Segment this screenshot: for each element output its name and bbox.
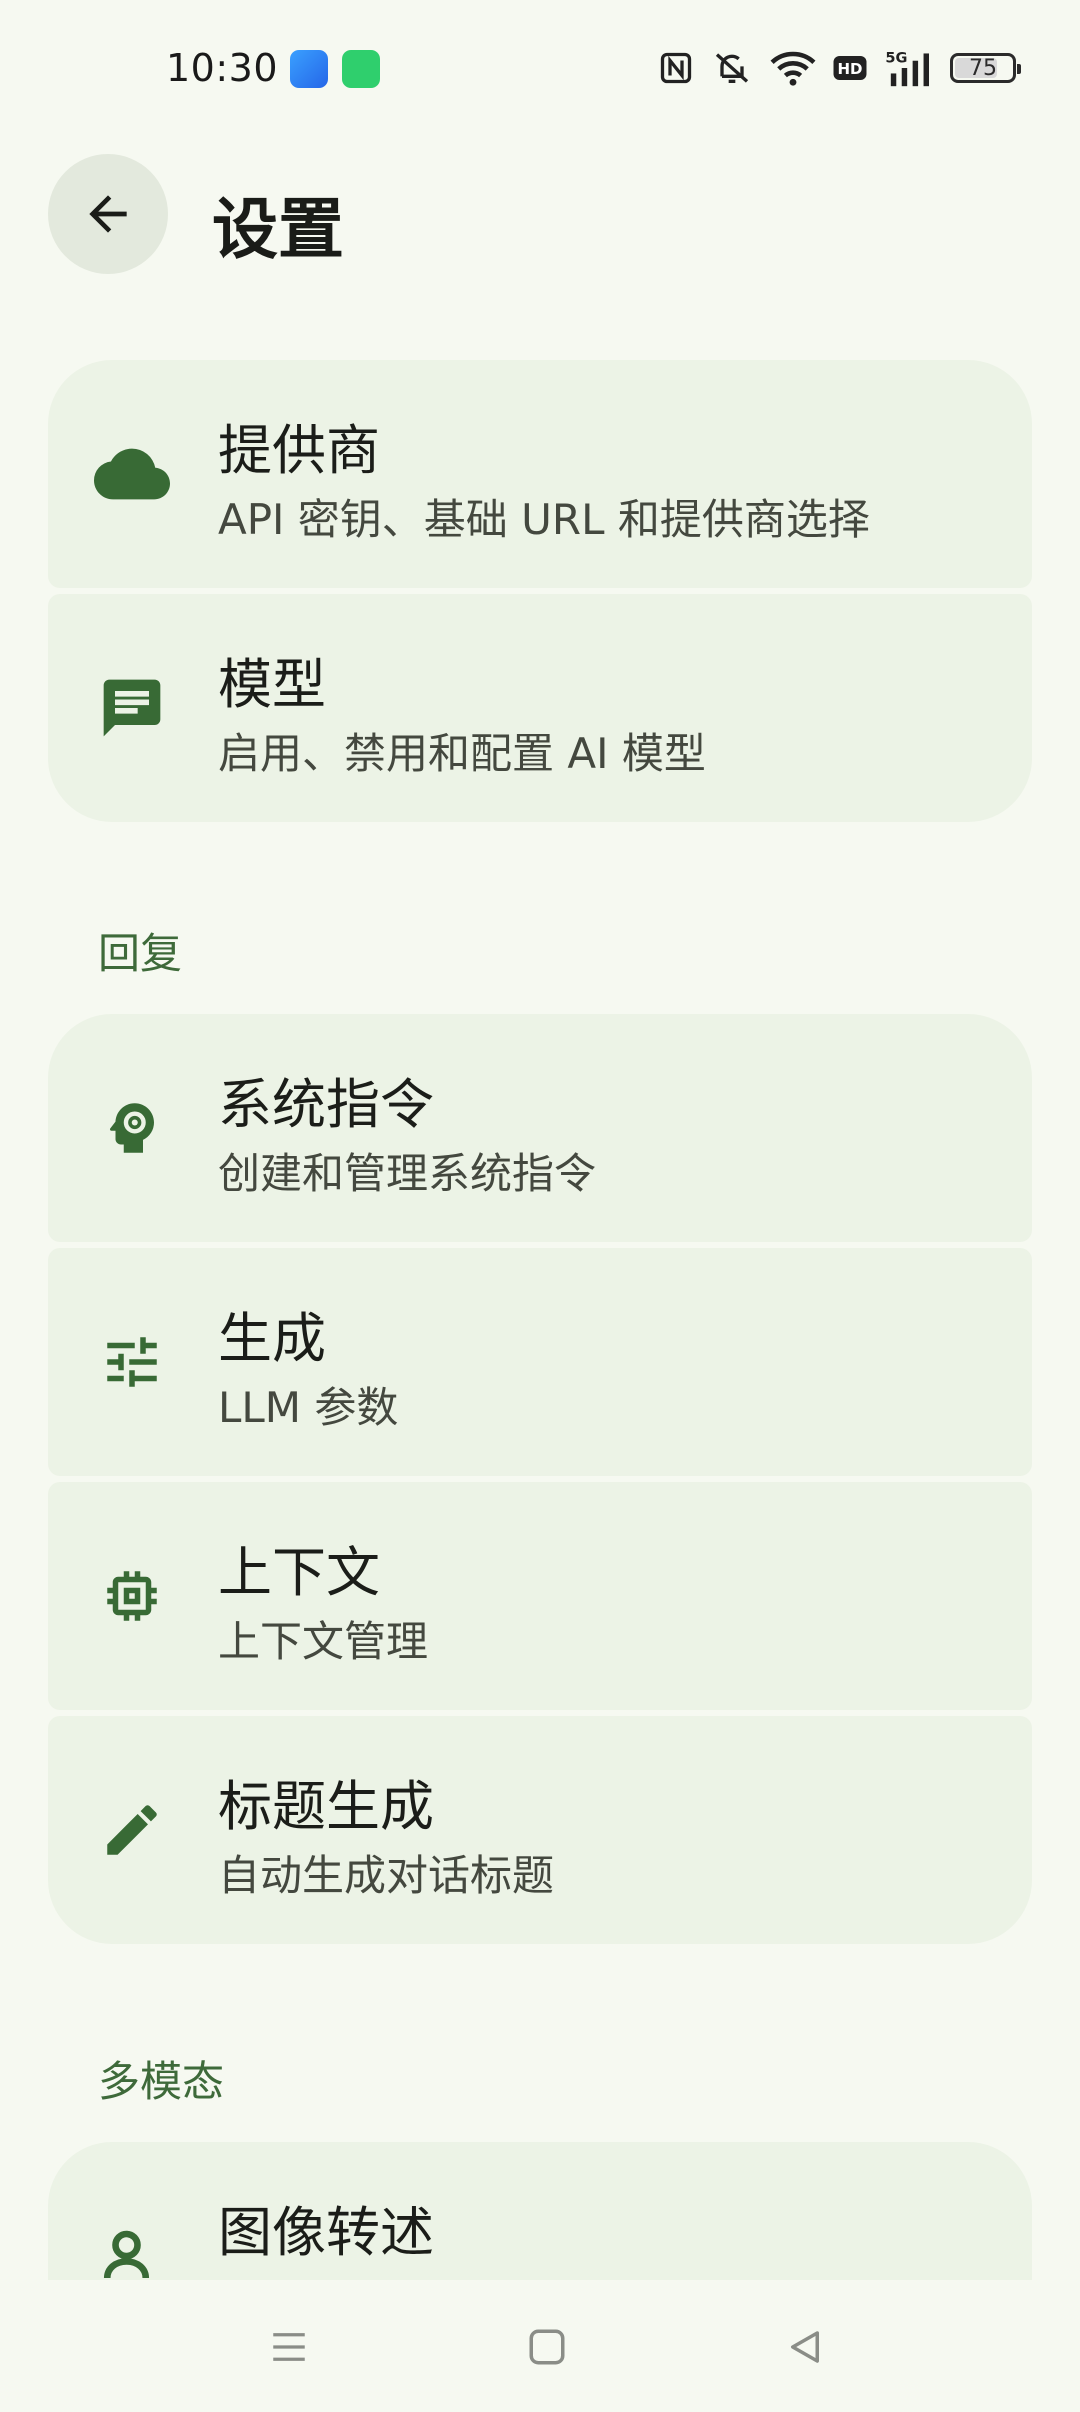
cellular-5g-icon: 5G: [885, 51, 929, 87]
status-icons: HD 5G 75: [658, 46, 1021, 90]
item-title: 标题生成: [218, 1775, 434, 1838]
mute-bell-icon: [715, 53, 749, 83]
item-subtitle: API 密钥、基础 URL 和提供商选择: [218, 495, 870, 544]
item-subtitle: 自动生成对话标题: [218, 1851, 555, 1900]
system-navigation-bar: [0, 2280, 1080, 2412]
back-button[interactable]: [48, 154, 168, 274]
settings-item-models[interactable]: 模型 启用、禁用和配置 AI 模型: [48, 594, 1032, 822]
status-bar: 10:30 HD 5G 75: [0, 0, 1080, 140]
svg-text:HD: HD: [837, 60, 862, 78]
item-title: 生成: [218, 1307, 326, 1370]
tune-icon: [92, 1322, 172, 1402]
pencil-icon: [92, 1790, 172, 1870]
chip-icon: [92, 1556, 172, 1636]
status-time: 10:30: [166, 46, 279, 90]
battery-indicator: 75: [950, 53, 1021, 83]
hd-icon: HD: [833, 56, 867, 80]
settings-item-context[interactable]: 上下文 上下文管理: [48, 1482, 1032, 1710]
back-nav-button[interactable]: [770, 2312, 840, 2382]
item-title: 提供商: [218, 419, 380, 482]
svg-text:5G: 5G: [885, 51, 907, 67]
recents-button[interactable]: [254, 2312, 324, 2382]
top-app-bar: 设置: [0, 140, 1080, 290]
arrow-back-icon: [89, 195, 127, 233]
notification-app-icon: [290, 50, 328, 88]
image-person-icon: [92, 2216, 172, 2280]
item-subtitle: 创建和管理系统指令: [218, 1149, 597, 1198]
settings-item-system-instructions[interactable]: 系统指令 创建和管理系统指令: [48, 1014, 1032, 1242]
item-title: 模型: [218, 653, 326, 716]
item-title: 上下文: [218, 1541, 380, 1604]
settings-item-title-generation[interactable]: 标题生成 自动生成对话标题: [48, 1716, 1032, 1944]
menu-lines-icon: [273, 2333, 305, 2361]
chat-message-icon: [92, 668, 172, 748]
square-icon: [529, 2329, 565, 2365]
head-gear-icon: [92, 1088, 172, 1168]
item-subtitle: 上下文管理: [218, 1617, 429, 1666]
item-subtitle: 启用、禁用和配置 AI 模型: [218, 729, 706, 778]
settings-item-providers[interactable]: 提供商 API 密钥、基础 URL 和提供商选择: [48, 360, 1032, 588]
section-header-multimodal: 多模态: [98, 2057, 225, 2106]
notification-chat-app-icon: [342, 50, 380, 88]
settings-item-generation[interactable]: 生成 LLM 参数: [48, 1248, 1032, 1476]
item-subtitle: LLM 参数: [218, 1383, 399, 1432]
home-button[interactable]: [512, 2312, 582, 2382]
section-header-reply: 回复: [98, 929, 183, 978]
settings-item-image-description[interactable]: 图像转述: [48, 2142, 1032, 2280]
item-title: 图像转述: [218, 2201, 434, 2264]
wifi-icon: [770, 51, 816, 86]
nfc-icon: [660, 52, 692, 84]
item-title: 系统指令: [218, 1073, 434, 1136]
cloud-icon: [92, 434, 172, 514]
triangle-back-icon: [791, 2331, 819, 2363]
page-title: 设置: [212, 191, 344, 268]
settings-list[interactable]: 提供商 API 密钥、基础 URL 和提供商选择 模型 启用、禁用和配置 AI …: [0, 290, 1080, 2280]
